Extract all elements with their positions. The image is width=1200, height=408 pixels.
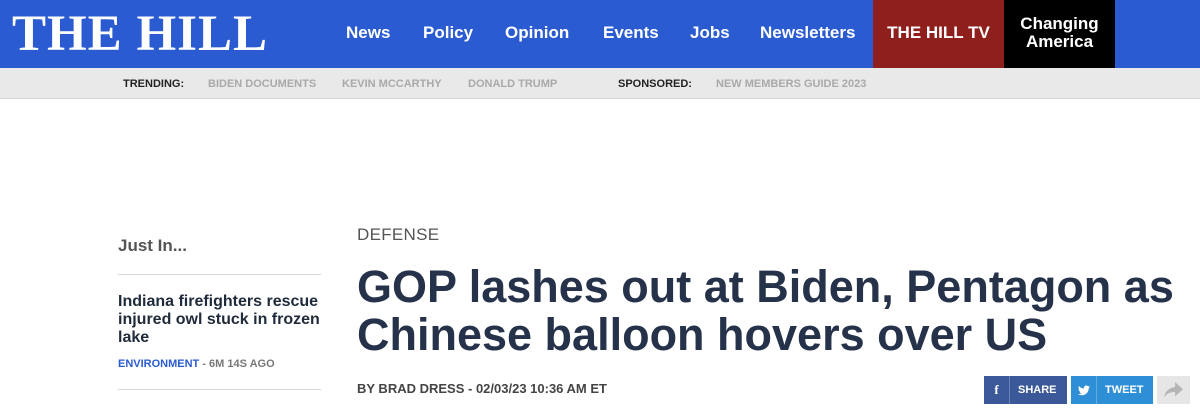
facebook-share-button[interactable]: f SHARE xyxy=(984,376,1067,404)
nav-opinion[interactable]: Opinion xyxy=(505,0,569,68)
trending-item-biden-documents[interactable]: BIDEN DOCUMENTS xyxy=(208,68,316,101)
nav-newsletters[interactable]: Newsletters xyxy=(760,0,855,68)
article-date: - 02/03/23 10:36 AM ET xyxy=(464,381,607,396)
nav-jobs[interactable]: Jobs xyxy=(690,0,730,68)
trending-item-donald-trump[interactable]: DONALD TRUMP xyxy=(468,68,557,101)
nav-the-hill-tv[interactable]: THE HILL TV xyxy=(873,0,1004,68)
trending-item-kevin-mccarthy[interactable]: KEVIN MCCARTHY xyxy=(342,68,442,101)
sponsored-label: SPONSORED: xyxy=(618,78,692,90)
article-headline: GOP lashes out at Biden, Pentagon as Chi… xyxy=(357,261,1174,360)
article-section-label[interactable]: DEFENSE xyxy=(357,225,439,245)
just-in-story-headline[interactable]: Indiana firefighters rescue injured owl … xyxy=(118,293,328,347)
article-byline: BY BRAD DRESS - 02/03/23 10:36 AM ET xyxy=(357,381,607,396)
nav-changing-america[interactable]: Changing America xyxy=(1004,0,1115,68)
changing-america-line1: Changing xyxy=(1020,14,1099,33)
top-nav: THE HILL News Policy Opinion Events Jobs… xyxy=(0,0,1200,68)
nav-events[interactable]: Events xyxy=(603,0,659,68)
twitter-tweet-label: TWEET xyxy=(1105,384,1144,396)
article-author: BY BRAD DRESS xyxy=(357,381,465,396)
changing-america-line2: America xyxy=(1025,32,1094,51)
sidebar-divider-bottom xyxy=(118,389,321,390)
nav-policy[interactable]: Policy xyxy=(423,0,473,68)
facebook-icon: f xyxy=(984,376,1010,404)
just-in-heading: Just In... xyxy=(118,236,187,255)
share-arrow-icon xyxy=(1164,382,1183,398)
trending-bar: TRENDING: BIDEN DOCUMENTS KEVIN MCCARTHY… xyxy=(0,68,1200,99)
sponsored-item-new-members-guide[interactable]: NEW MEMBERS GUIDE 2023 xyxy=(716,68,866,101)
twitter-icon xyxy=(1071,376,1097,404)
sidebar-divider-top xyxy=(118,274,321,275)
site-logo[interactable]: THE HILL xyxy=(12,6,268,62)
nav-news[interactable]: News xyxy=(346,0,390,68)
share-more-button[interactable] xyxy=(1157,376,1190,404)
twitter-tweet-button[interactable]: TWEET xyxy=(1071,376,1153,404)
just-in-story-time: - 6M 14S AGO xyxy=(199,358,275,370)
just-in-story-category[interactable]: ENVIRONMENT xyxy=(118,358,199,370)
just-in-story-meta: ENVIRONMENT - 6M 14S AGO xyxy=(118,358,275,370)
facebook-share-label: SHARE xyxy=(1018,384,1057,396)
trending-label: TRENDING: xyxy=(123,78,185,90)
